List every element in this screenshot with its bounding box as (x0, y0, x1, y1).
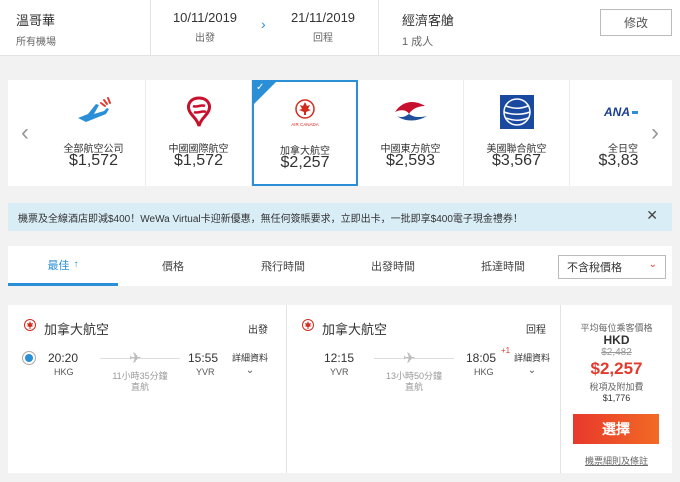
departure-time: 20:20 (48, 351, 79, 365)
tab-flight-time[interactable]: 飛行時間 (228, 246, 338, 286)
passenger-count: 1 成人 (402, 36, 434, 48)
departure-airport: YVR (330, 367, 349, 377)
return-date-value: 21/11/2019 (290, 10, 356, 25)
flight-result-card: 加拿大航空 出發 20:20 HKG ✈ 11小時35分鐘 直航 15:55 Y… (8, 305, 672, 473)
depart-date[interactable]: 10/11/2019 出發 (160, 10, 250, 66)
fare-rules-link[interactable]: 機票細則及條註 (561, 454, 672, 467)
tab-label: 抵達時間 (481, 261, 525, 273)
air-canada-logo (24, 319, 36, 331)
airline-price: $1,572 (69, 152, 118, 169)
direction-label: 回程 (526, 325, 546, 336)
close-icon[interactable]: ✕ (646, 207, 658, 224)
airline-filter-ana[interactable]: ANA 全日空 $3,831 (570, 80, 638, 186)
promo-banner: 機票及全線酒店即減$400！WeWa Virtual卡迎新優惠，無任何簽賬要求，… (8, 203, 672, 231)
cabin-passengers[interactable]: 經濟客艙 1 成人 (402, 10, 454, 66)
chevron-right-icon: › (261, 16, 266, 32)
chevron-down-icon: ⌄ (527, 365, 537, 376)
original-price: $2,482 (601, 347, 632, 358)
select-button[interactable]: 選擇 (573, 414, 659, 444)
details-toggle[interactable]: 詳細資料 ⌄ (512, 351, 552, 376)
price-panel: 平均每位乘客價格 HKD $2,482 $2,257 稅項及附加費 $1,776… (561, 305, 672, 473)
ana-logo: ANA (570, 92, 638, 132)
currency: HKD (603, 333, 630, 347)
checkmark-icon: ✓ (256, 82, 265, 93)
logo-text: AIR CANADA (291, 122, 319, 127)
details-label: 詳細資料 (513, 353, 550, 363)
tax-label: 稅項及附加費 (589, 382, 644, 392)
chevron-left-icon: ‹ (21, 119, 29, 146)
airline-filter-air-china[interactable]: 中國國際航空 $1,572 (146, 80, 252, 186)
promo-text: 機票及全線酒店即減$400！WeWa Virtual卡迎新優惠，無任何簽賬要求，… (18, 213, 523, 225)
tax-select-value: 不含稅價格 (567, 262, 622, 274)
air-canada-logo (302, 319, 314, 331)
plane-icon: ✈ (129, 350, 142, 367)
arrival-airport: HKG (474, 367, 494, 377)
chevron-down-icon: ⌄ (648, 259, 657, 270)
china-eastern-logo (358, 92, 463, 132)
airline-filter-united[interactable]: 美國聯合航空 $3,567 (464, 80, 570, 186)
airline-name: 加拿大航空 (44, 322, 110, 337)
airline-name: 加拿大航空 (322, 322, 388, 337)
carousel-prev-button[interactable]: ‹ (8, 80, 42, 186)
airline-carousel: ‹ 全部航空公司 $1,572 中國國際航空 $1,572 ✓ AIR CANA… (8, 80, 672, 186)
airline-price: $3,567 (492, 152, 541, 169)
tab-label: 出發時間 (371, 261, 415, 273)
airline-filter-air-canada[interactable]: ✓ AIR CANADA 加拿大航空 $2,257 (252, 80, 358, 186)
departure-airport: HKG (54, 367, 74, 377)
depart-date-label: 出發 (195, 33, 215, 44)
tax-value: $1,776 (602, 393, 631, 403)
divider (150, 0, 151, 56)
chevron-down-icon: ⌄ (245, 365, 255, 376)
depart-date-value: 10/11/2019 (172, 10, 238, 25)
details-toggle[interactable]: 詳細資料 ⌄ (230, 351, 270, 376)
details-label: 詳細資料 (231, 353, 268, 363)
destination[interactable]: 溫哥華 所有機場 (16, 10, 56, 66)
carousel-next-button[interactable]: › (638, 80, 672, 186)
tab-label: 價格 (162, 261, 184, 273)
return-date-label: 回程 (313, 33, 333, 44)
tab-best[interactable]: 最佳 ↑ (8, 246, 118, 286)
airline-price: $2,257 (280, 154, 330, 171)
departure-time: 12:15 (324, 351, 355, 365)
tab-label: 飛行時間 (261, 261, 305, 273)
arrival-airport: YVR (196, 367, 215, 377)
destination-city: 溫哥華 (16, 13, 56, 28)
tab-label: 最佳 (47, 259, 70, 272)
arrival-time: 15:55 (188, 351, 219, 365)
airline-price: $3,831 (598, 152, 638, 169)
next-day-badge: +1 (501, 346, 511, 355)
plane-icon: ✈ (403, 350, 416, 367)
air-canada-logo: AIR CANADA (254, 94, 356, 134)
tax-price-select[interactable]: 不含稅價格 ⌄ (558, 255, 666, 279)
stops-label: 直航 (130, 382, 149, 392)
sort-bar: 最佳 ↑ 價格 飛行時間 出發時間 抵達時間 不含稅價格 ⌄ (8, 246, 672, 286)
arrow-up-icon: ↑ (73, 259, 79, 270)
air-china-logo (146, 92, 251, 132)
outbound-radio[interactable] (22, 351, 36, 365)
airline-price: $2,593 (386, 152, 435, 169)
return-date[interactable]: 21/11/2019 回程 (278, 10, 368, 66)
tab-price[interactable]: 價格 (118, 246, 228, 286)
destination-airports: 所有機場 (16, 37, 56, 48)
search-summary-bar: 溫哥華 所有機場 10/11/2019 出發 › 21/11/2019 回程 經… (0, 0, 680, 56)
plane-all-icon (42, 92, 145, 132)
stops-label: 直航 (404, 382, 423, 392)
direction-label: 出發 (248, 325, 268, 336)
cabin-class: 經濟客艙 (402, 13, 455, 28)
airline-filter-china-eastern[interactable]: 中國東方航空 $2,593 (358, 80, 464, 186)
current-price: $2,257 (590, 359, 643, 378)
divider (378, 0, 379, 56)
airline-filter-all[interactable]: 全部航空公司 $1,572 (42, 80, 146, 186)
inbound-leg: 加拿大航空 回程 12:15 YVR ✈ 13小時50分鐘 直航 18:05 +… (286, 305, 560, 473)
modify-button[interactable]: 修改 (600, 9, 672, 36)
chevron-right-icon: › (651, 119, 659, 146)
airline-price: $1,572 (174, 152, 223, 169)
tab-arrival-time[interactable]: 抵達時間 (448, 246, 558, 286)
united-logo (464, 92, 569, 132)
arrival-time: 18:05 (466, 351, 497, 365)
tab-departure-time[interactable]: 出發時間 (338, 246, 448, 286)
outbound-leg: 加拿大航空 出發 20:20 HKG ✈ 11小時35分鐘 直航 15:55 Y… (8, 305, 286, 473)
